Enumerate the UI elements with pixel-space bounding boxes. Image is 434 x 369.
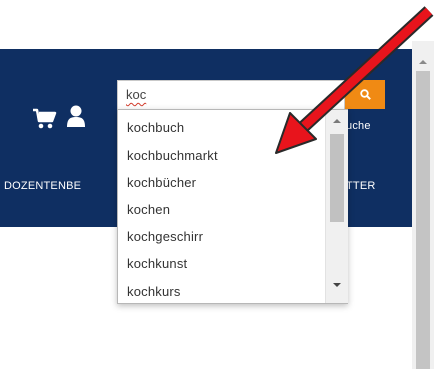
nav-link-suche[interactable]: uche [346, 120, 371, 132]
cart-icon[interactable] [33, 108, 57, 130]
nav-link-newsletter[interactable]: TTER [346, 180, 376, 192]
dropdown-scrollbar-thumb[interactable] [330, 134, 344, 222]
autocomplete-dropdown: kochbuch kochbuchmarkt kochbücher kochen… [117, 109, 348, 304]
dropdown-scrollbar[interactable] [325, 110, 348, 303]
search-button[interactable] [345, 80, 385, 109]
nav-link-dozentenbereich[interactable]: DOZENTENBE [4, 180, 120, 192]
suggestion-item[interactable]: kochgeschirr [127, 229, 203, 244]
page-scroll-up-arrow-icon[interactable] [419, 59, 427, 65]
suggestion-item[interactable]: kochbücher [127, 175, 196, 190]
scroll-up-arrow-icon[interactable] [333, 118, 341, 124]
suggestion-item[interactable]: kochen [127, 202, 170, 217]
scroll-down-arrow-icon[interactable] [333, 282, 341, 288]
search-icon [360, 89, 371, 100]
user-icon[interactable] [66, 104, 86, 128]
suggestion-item[interactable]: kochbuch [127, 120, 184, 135]
suggestion-item[interactable]: kochkurs [127, 284, 181, 299]
suggestion-item[interactable]: kochkunst [127, 256, 187, 271]
search-input-value: koc [126, 87, 147, 102]
page-scrollbar-thumb[interactable] [416, 71, 430, 369]
suggestion-item[interactable]: kochbuchmarkt [127, 148, 218, 163]
search-input[interactable]: koc [117, 80, 345, 109]
page-scrollbar[interactable] [412, 41, 434, 369]
